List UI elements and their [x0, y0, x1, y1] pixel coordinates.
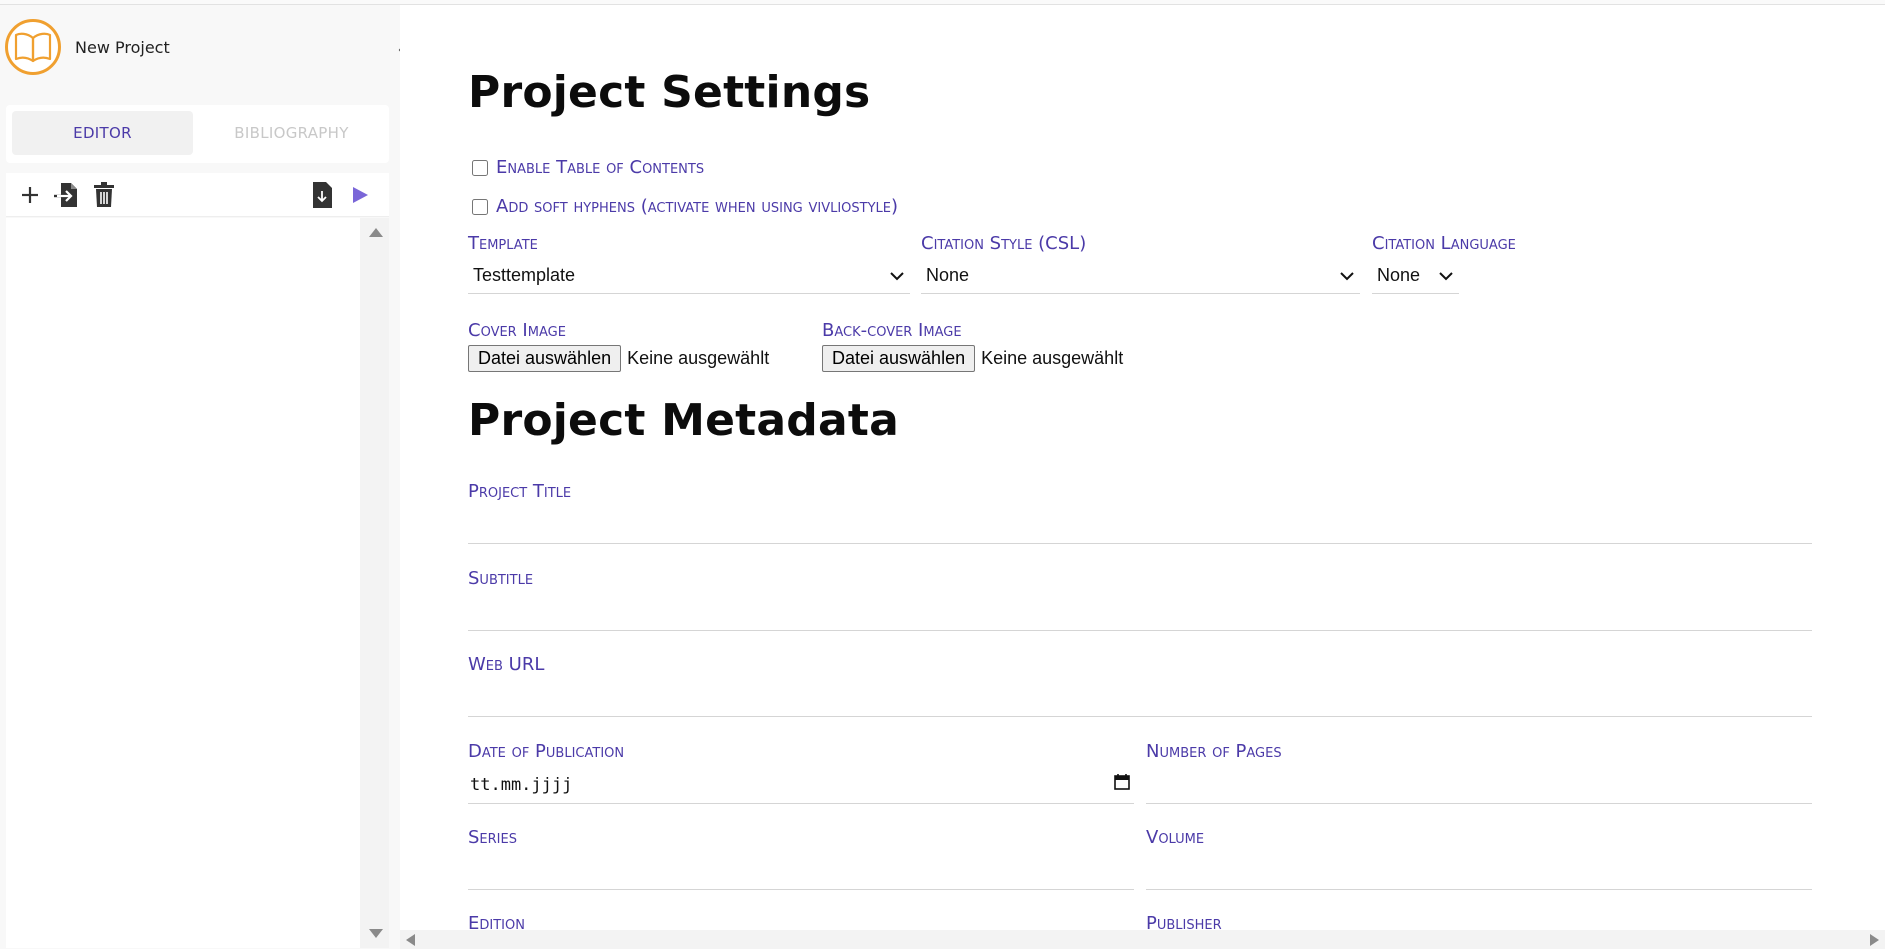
subtitle-field: Subtitle	[468, 568, 1812, 631]
back-cover-image-choose-button[interactable]: Datei auswählen	[822, 345, 976, 372]
chevron-down-icon	[1340, 269, 1354, 283]
series-label: Series	[468, 827, 517, 848]
scroll-right-arrow-icon[interactable]	[1870, 934, 1879, 946]
cover-image-choose-button[interactable]: Datei auswählen	[468, 345, 622, 372]
import-button[interactable]	[52, 181, 80, 209]
number-of-pages-label: Number of Pages	[1146, 741, 1282, 762]
series-input[interactable]	[468, 852, 1134, 890]
main-horizontal-scrollbar[interactable]	[400, 930, 1885, 949]
number-of-pages-field: Number of Pages	[1146, 741, 1812, 804]
chevron-down-icon	[890, 269, 904, 283]
template-select[interactable]: Testtemplate	[468, 258, 910, 294]
subtitle-input[interactable]	[468, 593, 1812, 631]
run-button[interactable]	[346, 181, 374, 209]
sidebar-tabs: EDITOR BIBLIOGRAPHY	[6, 105, 389, 163]
editor-toolbar	[6, 173, 389, 217]
web-url-input[interactable]	[468, 679, 1812, 717]
cover-image-input: Datei auswählen Keine ausgewählt	[468, 345, 769, 372]
volume-input[interactable]	[1146, 852, 1812, 890]
scroll-down-arrow-icon[interactable]	[369, 929, 383, 938]
download-file-icon	[313, 182, 332, 208]
project-title-label: Project Title	[468, 481, 572, 502]
template-field: Template Testtemplate	[468, 233, 910, 294]
back-cover-image-status: Keine ausgewählt	[981, 348, 1124, 368]
csl-label: Citation Style (CSL)	[921, 233, 1087, 254]
csl-field: Citation Style (CSL) None	[921, 233, 1360, 294]
cover-image-field: Cover Image Datei auswählen Keine ausgew…	[468, 320, 769, 372]
hyphens-checkbox-row[interactable]: Add soft hyphens (activate when using vi…	[472, 196, 898, 217]
tab-bibliography[interactable]: BIBLIOGRAPHY	[201, 111, 382, 155]
hyphens-checkbox[interactable]	[472, 198, 488, 215]
project-title-field: Project Title	[468, 481, 1812, 544]
open-book-icon	[5, 19, 61, 75]
tab-editor[interactable]: EDITOR	[12, 111, 193, 155]
back-cover-image-label: Back-cover Image	[822, 320, 962, 341]
sidebar-scrollbar[interactable]	[360, 218, 389, 948]
download-button[interactable]	[308, 181, 336, 209]
project-metadata-heading: Project Metadata	[468, 395, 899, 446]
csl-select[interactable]: None	[921, 258, 1360, 294]
sidebar: New Project EDITOR BIBLIOGRAPHY	[0, 5, 412, 949]
citation-language-value: None	[1377, 265, 1421, 285]
citation-language-field: Citation Language None	[1372, 233, 1562, 294]
cover-image-label: Cover Image	[468, 320, 566, 341]
date-of-publication-label: Date of Publication	[468, 741, 625, 762]
citation-language-select[interactable]: None	[1372, 258, 1459, 294]
back-cover-image-input: Datei auswählen Keine ausgewählt	[822, 345, 1123, 372]
toc-checkbox-label: Enable Table of Contents	[496, 157, 705, 178]
trash-icon	[94, 182, 114, 207]
date-of-publication-input[interactable]: tt.mm.jjjj	[468, 766, 1134, 804]
project-title-input[interactable]	[468, 506, 1812, 544]
back-cover-image-field: Back-cover Image Datei auswählen Keine a…	[822, 320, 1123, 372]
number-of-pages-input[interactable]	[1146, 766, 1812, 804]
project-settings-heading: Project Settings	[468, 67, 871, 118]
web-url-label: Web URL	[468, 654, 545, 675]
date-placeholder: tt.mm.jjjj	[470, 774, 573, 795]
template-label: Template	[468, 233, 538, 254]
file-tree	[6, 218, 361, 948]
project-name: New Project	[75, 37, 170, 57]
brand: New Project	[5, 17, 170, 77]
volume-field: Volume	[1146, 827, 1812, 890]
settings-panel: Project Settings Enable Table of Content…	[400, 5, 1885, 934]
delete-button[interactable]	[90, 181, 118, 209]
subtitle-label: Subtitle	[468, 568, 534, 589]
toc-checkbox-row[interactable]: Enable Table of Contents	[472, 157, 704, 178]
cover-image-status: Keine ausgewählt	[627, 348, 770, 368]
csl-value: None	[926, 265, 970, 285]
hyphens-checkbox-label: Add soft hyphens (activate when using vi…	[496, 196, 899, 217]
chevron-down-icon	[1439, 269, 1453, 283]
date-of-publication-field: Date of Publication tt.mm.jjjj	[468, 741, 1134, 804]
plus-icon	[22, 187, 38, 203]
add-button[interactable]	[16, 181, 44, 209]
citation-language-label: Citation Language	[1372, 233, 1516, 254]
scroll-left-arrow-icon[interactable]	[406, 934, 415, 946]
toc-checkbox[interactable]	[472, 159, 488, 176]
web-url-field: Web URL	[468, 654, 1812, 717]
template-value: Testtemplate	[473, 265, 576, 285]
volume-label: Volume	[1146, 827, 1205, 848]
scroll-up-arrow-icon[interactable]	[369, 228, 383, 237]
import-file-icon	[54, 183, 77, 207]
series-field: Series	[468, 827, 1134, 890]
play-icon	[353, 187, 368, 203]
calendar-icon[interactable]	[1114, 774, 1130, 795]
